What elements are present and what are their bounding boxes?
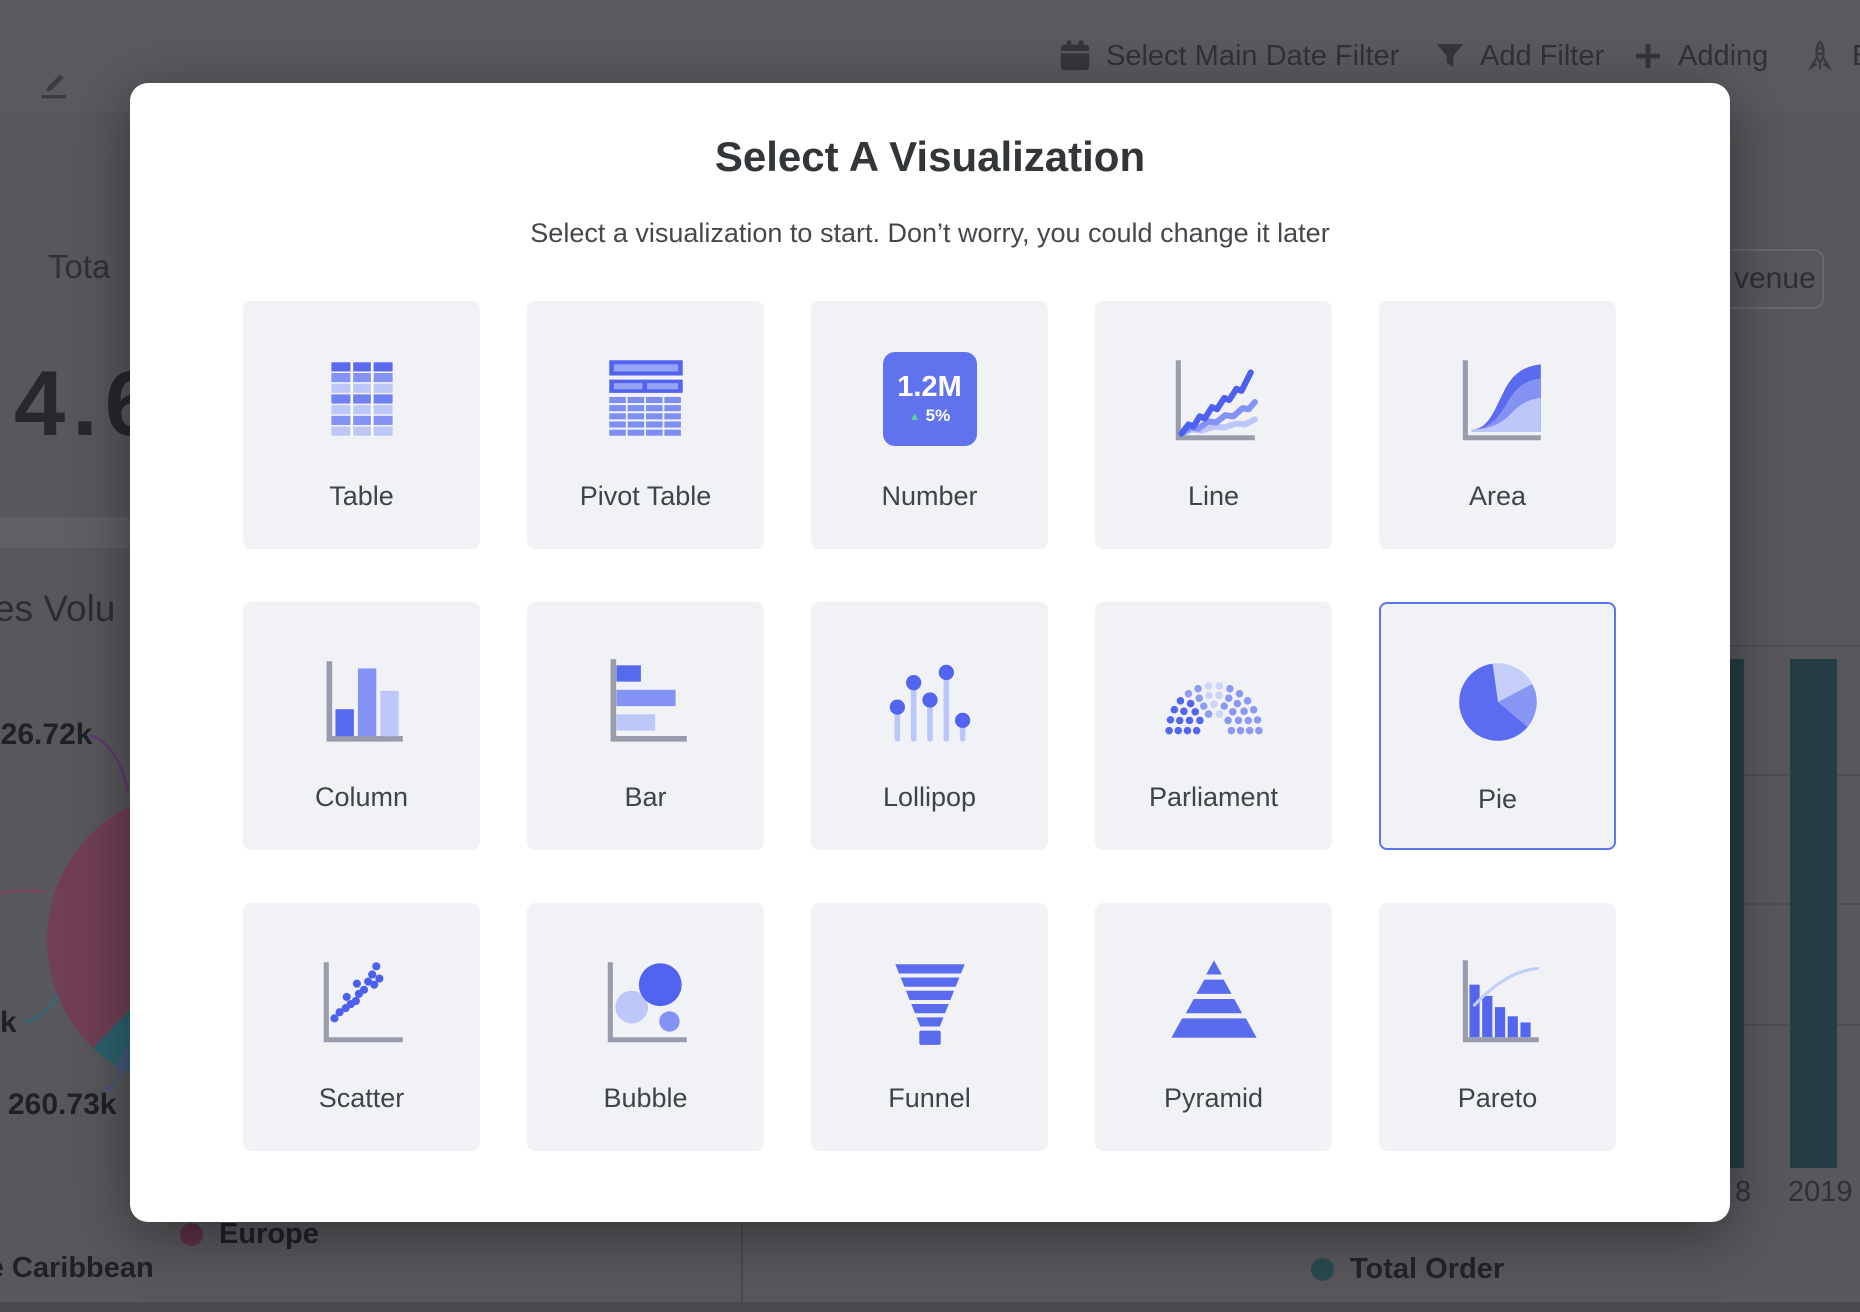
viz-tile-label: Pyramid [1164, 1083, 1263, 1114]
table-icon [311, 348, 413, 450]
viz-tile-label: Pivot Table [580, 481, 712, 512]
viz-tile-label: Pareto [1458, 1083, 1538, 1114]
viz-tile-parliament[interactable]: Parliament [1095, 602, 1332, 850]
bottom-strip [0, 1302, 1860, 1312]
pie-value-label-bottom: 260.73k [8, 1088, 116, 1122]
number-icon-delta: 5% [926, 406, 951, 426]
viz-tile-label: Table [329, 481, 394, 512]
legend-item-caribbean-partial[interactable]: ne Caribbean [0, 1252, 154, 1285]
calendar-icon [1058, 39, 1092, 73]
pivot-table-icon [595, 348, 697, 450]
modal-subtitle: Select a visualization to start. Don’t w… [130, 218, 1730, 249]
visualization-tile-grid: Table Pivot Table [243, 301, 1616, 1151]
revenue-label-partial: venue [1734, 262, 1816, 296]
viz-tile-funnel[interactable]: Funnel [811, 903, 1048, 1151]
viz-tile-bubble[interactable]: Bubble [527, 903, 764, 1151]
viz-tile-lollipop[interactable]: Lollipop [811, 602, 1048, 850]
line-chart-icon [1163, 348, 1265, 450]
viz-tile-pareto[interactable]: Pareto [1379, 903, 1616, 1151]
viz-tile-label: Column [315, 782, 408, 813]
viz-tile-scatter[interactable]: Scatter [243, 903, 480, 1151]
viz-tile-label: Bar [624, 782, 666, 813]
viz-tile-table[interactable]: Table [243, 301, 480, 549]
x-axis-label-2018-partial: 8 [1735, 1176, 1751, 1209]
viz-tile-pivot-table[interactable]: Pivot Table [527, 301, 764, 549]
adding-label: Adding [1678, 40, 1768, 73]
legend-label-total-order: Total Order [1350, 1253, 1504, 1286]
viz-tile-label: Funnel [888, 1083, 971, 1114]
select-main-date-filter-label: Select Main Date Filter [1106, 40, 1399, 73]
viz-tile-label: Number [881, 481, 977, 512]
legend-label-europe: Europe [219, 1218, 319, 1251]
viz-tile-label: Scatter [319, 1083, 405, 1114]
section-title-partial: es Volu [0, 588, 115, 630]
funnel-chart-icon [879, 950, 981, 1052]
lollipop-chart-icon [879, 649, 981, 751]
pie-chart-icon [1447, 651, 1549, 753]
viz-tile-bar[interactable]: Bar [527, 602, 764, 850]
legend-dot-total-order [1311, 1258, 1334, 1281]
pyramid-chart-icon [1163, 950, 1265, 1052]
kpi-title-partial: Tota [48, 248, 110, 286]
add-filter-label: Add Filter [1480, 40, 1604, 73]
viz-tile-column[interactable]: Column [243, 602, 480, 850]
x-axis-label-2019: 2019 [1788, 1176, 1853, 1209]
boost-label-partial: B [1852, 40, 1860, 73]
pie-value-label-top: 226.72k [0, 718, 92, 752]
number-icon: 1.2M ▲ 5% [883, 352, 977, 446]
pie-value-label-mid-partial: k [0, 1006, 17, 1040]
bar-chart-icon [595, 649, 697, 751]
viz-tile-label: Parliament [1149, 782, 1278, 813]
legend-dot-europe [180, 1223, 203, 1246]
viz-tile-pyramid[interactable]: Pyramid [1095, 903, 1332, 1151]
viz-tile-label: Lollipop [883, 782, 976, 813]
select-visualization-modal: Select A Visualization Select a visualiz… [130, 83, 1730, 1222]
modal-title: Select A Visualization [130, 133, 1730, 181]
legend-item-total-order[interactable]: Total Order [1311, 1253, 1504, 1286]
viz-tile-label: Line [1188, 481, 1239, 512]
number-icon-value: 1.2M [897, 372, 961, 404]
up-triangle-icon: ▲ [909, 409, 921, 423]
pareto-chart-icon [1447, 950, 1549, 1052]
plus-icon [1632, 40, 1664, 72]
viz-tile-number[interactable]: 1.2M ▲ 5% Number [811, 301, 1048, 549]
column-chart-icon [311, 649, 413, 751]
bubble-chart-icon [595, 950, 697, 1052]
viz-tile-label: Area [1469, 481, 1526, 512]
background-bar-2019 [1790, 659, 1837, 1168]
scatter-chart-icon [311, 950, 413, 1052]
funnel-icon [1434, 40, 1466, 72]
rocket-icon [1802, 38, 1838, 74]
parliament-chart-icon [1159, 649, 1269, 751]
boost-button[interactable]: B [1802, 0, 1860, 112]
viz-tile-pie[interactable]: Pie [1379, 602, 1616, 850]
legend-item-europe[interactable]: Europe [180, 1218, 319, 1251]
area-chart-icon [1447, 348, 1549, 450]
legend-label-caribbean-partial: ne Caribbean [0, 1252, 154, 1285]
viz-tile-label: Pie [1478, 784, 1517, 815]
viz-tile-label: Bubble [603, 1083, 687, 1114]
pencil-icon[interactable] [36, 66, 70, 100]
card-divider-vertical [741, 1222, 743, 1312]
viz-tile-area[interactable]: Area [1379, 301, 1616, 549]
viz-tile-line[interactable]: Line [1095, 301, 1332, 549]
